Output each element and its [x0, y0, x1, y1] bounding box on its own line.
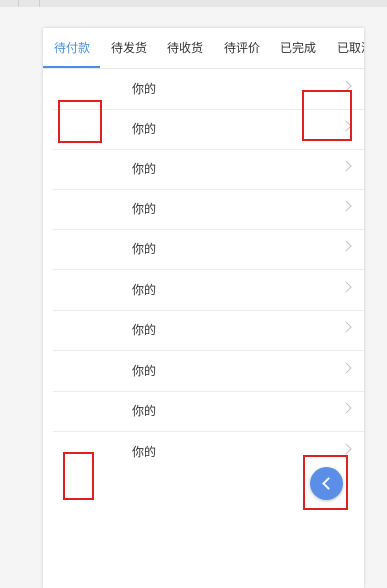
top-strip-divider	[39, 0, 40, 7]
tab-pending-shipment[interactable]: 待发货	[111, 40, 147, 56]
list-item-label: 你的	[132, 364, 157, 378]
list-item-label: 你的	[132, 242, 157, 256]
order-status-tabs: 待付款 待发货 待收货 待评价 已完成 已取消	[43, 28, 364, 69]
list-item[interactable]: 你的	[53, 310, 364, 351]
list-item-label: 你的	[132, 283, 157, 297]
list-item-label: 你的	[132, 202, 157, 216]
tab-completed[interactable]: 已完成	[280, 40, 316, 56]
list-item-label: 你的	[132, 323, 157, 337]
highlight-box	[303, 455, 348, 510]
list-item[interactable]: 你的	[53, 229, 364, 270]
list-item-label: 你的	[132, 122, 157, 136]
list-item-label: 你的	[132, 404, 157, 418]
chevron-right-icon	[340, 160, 352, 172]
chevron-right-icon	[340, 240, 352, 252]
tab-pending-payment[interactable]: 待付款	[54, 40, 90, 56]
list-item[interactable]: 你的	[53, 270, 364, 311]
chevron-right-icon	[340, 321, 352, 333]
list-item[interactable]: 你的	[53, 391, 364, 432]
chevron-right-icon	[340, 362, 352, 374]
highlight-box	[302, 90, 352, 141]
tab-cancelled[interactable]: 已取消	[337, 40, 364, 56]
list-item-label: 你的	[132, 82, 157, 96]
tab-pending-review[interactable]: 待评价	[224, 40, 260, 56]
highlight-box	[58, 100, 102, 143]
chevron-right-icon	[340, 281, 352, 293]
list-item[interactable]: 你的	[53, 149, 364, 190]
top-strip-divider	[18, 0, 19, 7]
list-item[interactable]: 你的	[53, 189, 364, 230]
highlight-box	[63, 452, 94, 500]
list-item[interactable]: 你的	[53, 351, 364, 392]
list-item-label: 你的	[132, 162, 157, 176]
top-strip	[0, 0, 387, 7]
chevron-right-icon	[340, 200, 352, 212]
chevron-right-icon	[340, 402, 352, 414]
chevron-right-icon	[340, 443, 352, 455]
tab-pending-receipt[interactable]: 待收货	[167, 40, 203, 56]
list-item-label: 你的	[132, 445, 157, 459]
active-tab-indicator	[43, 66, 100, 68]
